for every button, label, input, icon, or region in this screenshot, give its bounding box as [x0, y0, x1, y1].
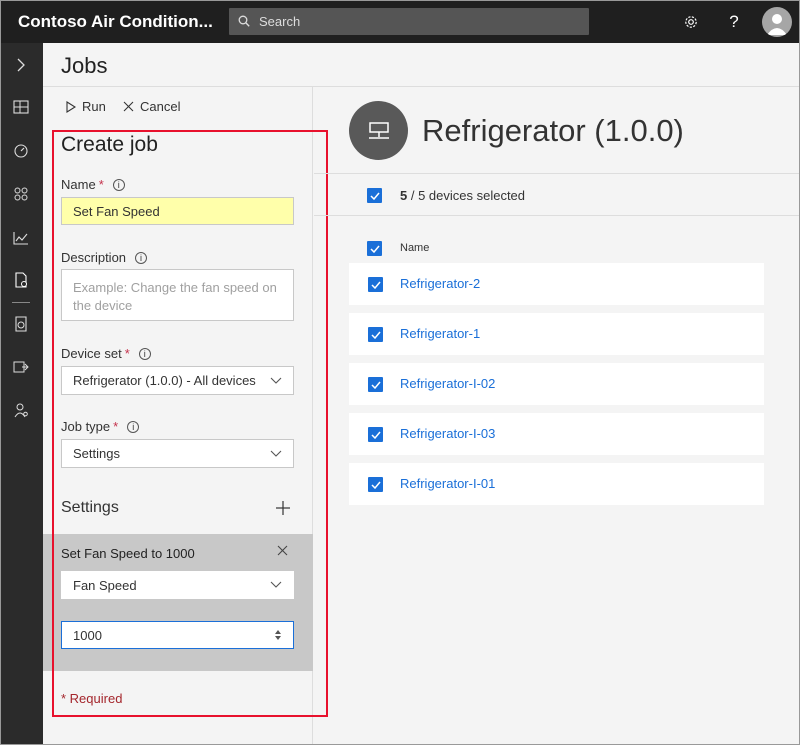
left-navigation: [0, 43, 43, 745]
device-template-title: Refrigerator (1.0.0): [422, 113, 684, 148]
stepper-arrows-icon[interactable]: [274, 629, 282, 641]
device-link[interactable]: Refrigerator-I-03: [400, 426, 495, 441]
device-link[interactable]: Refrigerator-1: [400, 326, 480, 341]
info-icon[interactable]: i: [138, 347, 151, 360]
description-label: Description: [61, 250, 127, 265]
column-header-name[interactable]: Name: [400, 242, 429, 254]
close-icon: [123, 101, 134, 112]
name-value: Set Fan Speed: [73, 203, 160, 219]
description-field[interactable]: Example: Change the fan speed on the dev…: [61, 269, 294, 321]
description-placeholder: Example: Change the fan speed on the dev…: [73, 280, 277, 313]
avatar[interactable]: [762, 7, 792, 37]
name-label-row: Name * i: [61, 177, 125, 192]
run-button[interactable]: Run: [66, 99, 106, 114]
chevron-down-icon: [270, 377, 282, 384]
checkmark-icon: [369, 245, 380, 253]
table-row[interactable]: Refrigerator-I-03: [349, 413, 764, 455]
checkmark-icon: [370, 281, 381, 289]
page-title: Jobs: [61, 53, 108, 78]
checkmark-icon: [370, 431, 381, 439]
row-checkbox[interactable]: [368, 327, 383, 342]
table-row[interactable]: Refrigerator-I-01: [349, 463, 764, 505]
analytics-icon[interactable]: [10, 227, 32, 249]
app-templates-icon[interactable]: [10, 183, 32, 205]
checkmark-icon: [370, 331, 381, 339]
table-row[interactable]: Refrigerator-I-02: [349, 363, 764, 405]
checkmark-icon: [370, 381, 381, 389]
name-label: Name: [61, 177, 96, 192]
checkmark-icon: [369, 192, 380, 200]
settings-gear-icon[interactable]: [680, 11, 702, 33]
required-asterisk: *: [124, 346, 130, 361]
device-set-value: Refrigerator (1.0.0) - All devices: [73, 373, 256, 388]
row-checkbox[interactable]: [368, 377, 383, 392]
plus-icon: [276, 501, 290, 515]
setting-value-stepper[interactable]: 1000: [61, 621, 294, 649]
search-box[interactable]: [229, 8, 589, 35]
info-icon[interactable]: i: [127, 420, 140, 433]
device-templates-icon[interactable]: [10, 313, 32, 335]
select-all-devices-checkbox[interactable]: [367, 188, 382, 203]
expand-chevron-icon[interactable]: [10, 54, 32, 76]
row-checkbox[interactable]: [368, 277, 383, 292]
checkmark-icon: [370, 481, 381, 489]
data-export-icon[interactable]: [10, 356, 32, 378]
form-title: Create job: [61, 133, 158, 156]
required-asterisk: *: [113, 419, 119, 434]
cancel-button[interactable]: Cancel: [123, 99, 180, 114]
device-link[interactable]: Refrigerator-I-02: [400, 376, 495, 391]
remove-setting-button[interactable]: [274, 543, 290, 561]
table-row[interactable]: Refrigerator-2: [349, 263, 764, 305]
row-checkbox[interactable]: [368, 427, 383, 442]
device-link[interactable]: Refrigerator-I-01: [400, 476, 495, 491]
setting-value: 1000: [73, 627, 102, 643]
close-icon: [277, 545, 287, 556]
header-checkbox[interactable]: [367, 241, 382, 256]
app-title[interactable]: Contoso Air Condition...: [18, 12, 213, 32]
divider: [314, 215, 800, 216]
row-checkbox[interactable]: [368, 477, 383, 492]
table-row[interactable]: Refrigerator-1: [349, 313, 764, 355]
job-type-select[interactable]: Settings: [61, 439, 294, 468]
search-input[interactable]: [257, 8, 577, 35]
cancel-label: Cancel: [140, 99, 181, 114]
add-setting-button[interactable]: [274, 498, 292, 521]
device-set-label: Device set: [61, 346, 122, 361]
setting-property-select[interactable]: Fan Speed: [61, 571, 294, 599]
info-icon[interactable]: i: [112, 178, 125, 191]
description-label-row: Description i: [61, 250, 148, 265]
device-set-select[interactable]: Refrigerator (1.0.0) - All devices: [61, 366, 294, 395]
required-note: * Required: [61, 691, 123, 706]
divider: [314, 173, 800, 174]
top-bar: Contoso Air Condition... ?: [0, 0, 800, 43]
info-icon[interactable]: i: [135, 251, 148, 264]
chevron-down-icon: [270, 581, 282, 588]
chevron-down-icon: [270, 450, 282, 457]
required-asterisk: *: [98, 177, 104, 192]
job-type-value: Settings: [73, 446, 120, 461]
nav-separator: [12, 302, 30, 303]
device-set-label-row: Device set * i: [61, 346, 151, 361]
selected-suffix: / 5 devices selected: [407, 188, 526, 203]
administration-icon[interactable]: [10, 399, 32, 421]
avatar-icon: [767, 14, 787, 35]
device-template-avatar: [349, 101, 408, 160]
selected-count-text: 5 / 5 devices selected: [400, 188, 525, 203]
run-label: Run: [82, 99, 106, 114]
job-type-label-row: Job type * i: [61, 419, 140, 434]
network-device-icon: [368, 121, 389, 139]
setting-property-value: Fan Speed: [73, 577, 137, 593]
name-field[interactable]: Set Fan Speed: [61, 197, 294, 225]
help-icon[interactable]: ?: [723, 11, 745, 33]
dashboard-icon[interactable]: [10, 96, 32, 118]
device-explorer-icon[interactable]: [10, 140, 32, 162]
job-type-label: Job type: [61, 419, 111, 434]
jobs-icon[interactable]: [10, 269, 32, 291]
setting-title: Set Fan Speed to 1000: [61, 546, 195, 561]
search-icon: [238, 15, 250, 27]
device-link[interactable]: Refrigerator-2: [400, 276, 480, 291]
play-icon: [66, 100, 76, 113]
settings-heading: Settings: [61, 499, 119, 516]
